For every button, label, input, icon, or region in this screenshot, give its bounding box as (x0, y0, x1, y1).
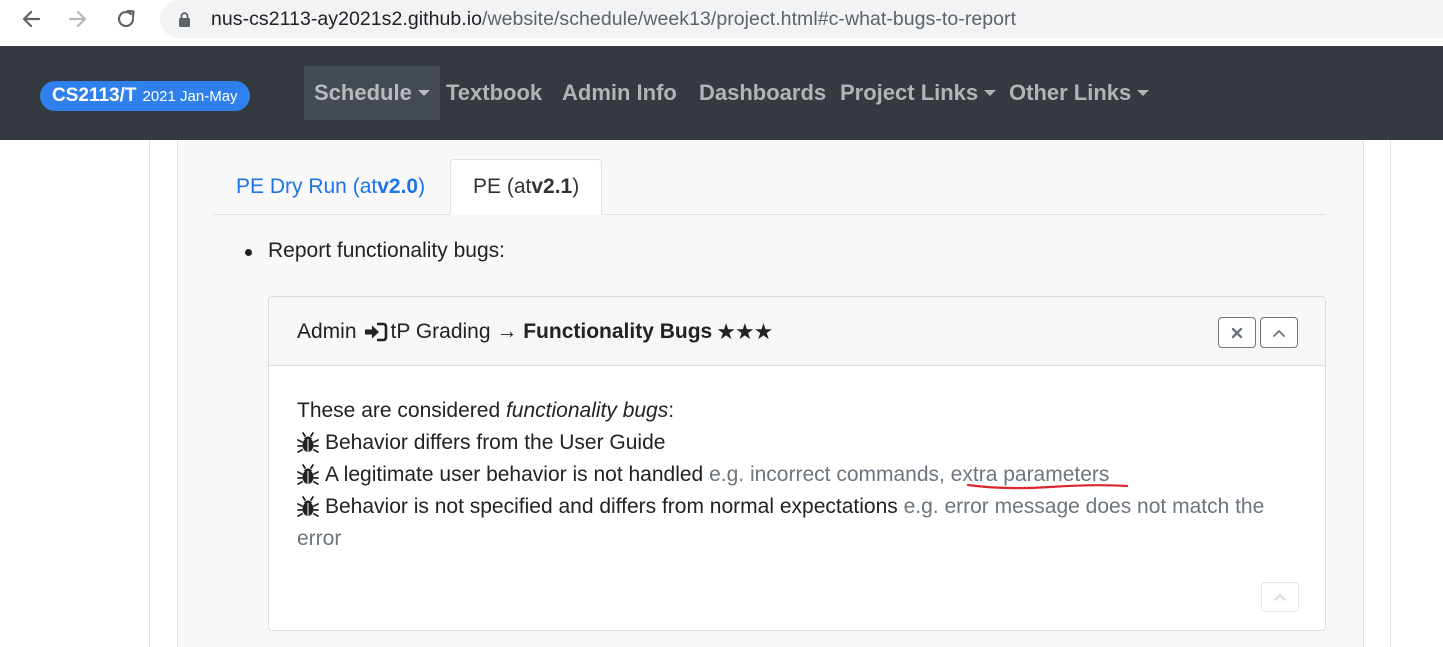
card-header[interactable]: Admin tP Grading → Functionality Bugs ★★… (269, 297, 1325, 366)
bug-item-3: Behavior is not specified and differs fr… (297, 491, 1297, 523)
close-button[interactable] (1218, 317, 1256, 348)
bullet-text: Report functionality bugs: (268, 239, 505, 262)
caret-down-icon (1137, 90, 1150, 96)
brand-subtitle: 2021 Jan-May (142, 87, 238, 105)
tab-version: v2.1 (531, 175, 573, 198)
nav-item-admin-info[interactable]: Admin Info (562, 66, 677, 120)
reload-button[interactable] (111, 4, 141, 34)
login-icon (364, 322, 387, 342)
page-border-left (149, 140, 150, 647)
bug-icon (297, 496, 319, 517)
functionality-bugs-card: Admin tP Grading → Functionality Bugs ★★… (268, 296, 1326, 631)
brand-title: CS2113/T (52, 85, 137, 106)
forward-button[interactable] (63, 4, 93, 34)
nav-item-label: Textbook (446, 80, 543, 105)
bug-item-3-wrap: error (297, 527, 342, 550)
bug-item-text: Behavior is not specified and differs fr… (325, 495, 898, 518)
star-rating: ★★★ (716, 319, 773, 344)
bug-item-example: e.g. error message does not match the (903, 495, 1265, 518)
chevron-up-icon (1274, 594, 1286, 601)
bug-item-text: Behavior differs from the User Guide (325, 431, 666, 454)
footer-collapse-button[interactable] (1261, 582, 1299, 612)
arrow-right-icon (68, 10, 87, 28)
site-navbar: CS2113/T 2021 Jan-May Schedule Textbook … (0, 46, 1443, 140)
nav-item-other-links[interactable]: Other Links (1009, 66, 1150, 120)
bug-item-1: Behavior differs from the User Guide (297, 427, 1297, 459)
tab-label-suffix: ) (572, 175, 580, 198)
url-text[interactable]: nus-cs2113-ay2021s2.github.io/website/sc… (211, 8, 1016, 31)
title-middle: tP Grading → (390, 320, 518, 343)
intro-prefix: These are considered (297, 399, 501, 422)
url-path: /website/schedule/week13/project.html#c-… (482, 8, 1017, 30)
caret-down-icon (417, 90, 430, 96)
bug-icon (297, 432, 319, 453)
close-icon (1231, 327, 1243, 338)
lock-icon[interactable] (178, 12, 191, 27)
nav-item-label: Other Links (1009, 80, 1132, 105)
tab-label-prefix: PE (at (473, 175, 532, 198)
card-body: These are considered functionality bugs:… (297, 395, 1297, 555)
nav-item-textbook[interactable]: Textbook (446, 66, 542, 120)
bug-item-2: A legitimate user behavior is not handle… (297, 459, 1297, 491)
browser-toolbar: nus-cs2113-ay2021s2.github.io/website/sc… (0, 0, 1443, 40)
bug-icon (297, 464, 319, 485)
page-border-right (1390, 140, 1391, 647)
card-title: Admin tP Grading → Functionality Bugs ★★… (297, 319, 773, 345)
tab-version: v2.0 (377, 175, 419, 198)
bullet-dot (245, 249, 252, 256)
intro-suffix: : (668, 399, 675, 422)
back-button[interactable] (16, 4, 46, 34)
nav-item-schedule[interactable]: Schedule (304, 66, 440, 120)
intro-emphasis: functionality bugs (505, 399, 669, 422)
red-underline-annotation (966, 483, 1129, 490)
nav-item-dashboards[interactable]: Dashboards (699, 66, 826, 120)
nav-item-label: Schedule (314, 80, 412, 105)
url-host: nus-cs2113-ay2021s2.github.io (211, 8, 483, 30)
tab-pe[interactable]: PE (at v2.1) (450, 159, 603, 215)
tab-label-suffix: ) (418, 175, 426, 198)
arrow-left-icon (22, 10, 41, 28)
nav-item-label: Admin Info (562, 80, 677, 105)
title-strong: Functionality Bugs (523, 320, 713, 343)
caret-down-icon (984, 90, 997, 96)
title-prefix: Admin (297, 320, 357, 343)
collapse-button[interactable] (1260, 317, 1298, 348)
nav-item-label: Project Links (840, 80, 979, 105)
chevron-up-icon (1273, 329, 1285, 337)
bug-item-text: A legitimate user behavior is not handle… (325, 463, 704, 486)
nav-item-label: Dashboards (699, 80, 827, 105)
tabs-divider (214, 214, 1326, 215)
nav-item-project-links[interactable]: Project Links (840, 66, 997, 120)
address-bar[interactable]: nus-cs2113-ay2021s2.github.io/website/sc… (160, 0, 1443, 38)
intro-line: These are considered functionality bugs: (297, 395, 1297, 427)
reload-icon (117, 9, 135, 28)
tab-pe-dry-run[interactable]: PE Dry Run (at v2.0) (214, 160, 447, 214)
tab-label-prefix: PE Dry Run (at (236, 175, 378, 198)
brand-badge[interactable]: CS2113/T 2021 Jan-May (40, 81, 250, 111)
